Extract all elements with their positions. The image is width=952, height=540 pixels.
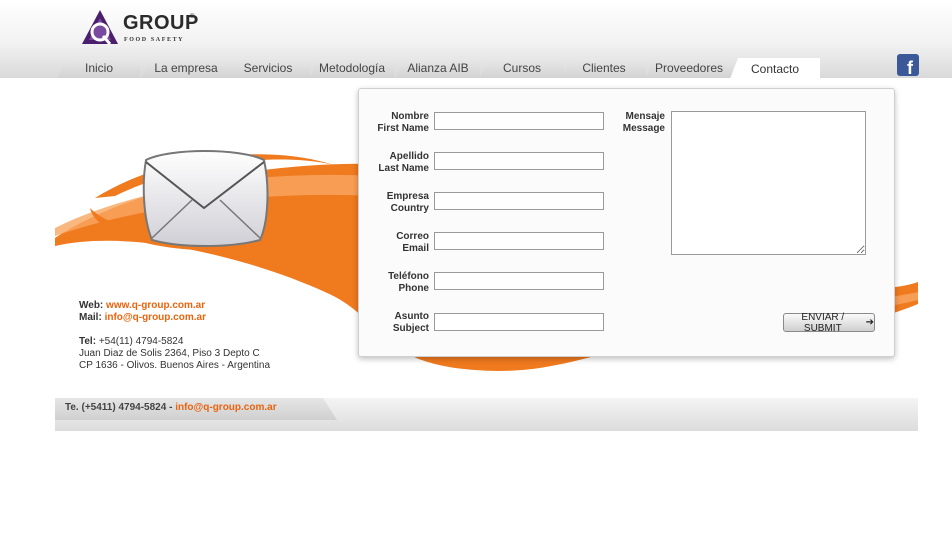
footer-bar: Te. (+5411) 4794-5824 - info@q-group.com… — [55, 398, 918, 431]
label-es: Mensaje — [625, 111, 665, 122]
footer-phone: Te. (+5411) 4794-5824 — [65, 402, 167, 413]
address-line-1: Juan Diaz de Solis 2364, Piso 3 Depto C — [79, 348, 260, 359]
label-en: Phone — [398, 283, 429, 294]
tab-inicio[interactable]: Inicio — [58, 58, 140, 78]
message-label: Mensaje Message — [615, 111, 665, 135]
tab-contacto[interactable]: Contacto — [730, 58, 820, 79]
phone-label: Teléfono Phone — [359, 271, 429, 295]
first-name-label: Nombre First Name — [359, 111, 429, 135]
footer-contact: Te. (+5411) 4794-5824 - info@q-group.com… — [65, 402, 277, 413]
web-link[interactable]: www.q-group.com.ar — [106, 300, 205, 311]
label-es: Apellido — [389, 151, 429, 162]
tab-la-empresa[interactable]: La empresa — [142, 58, 230, 78]
logo-registered-mark: ® — [190, 14, 195, 20]
label-en: Message — [622, 123, 665, 134]
label-en: Subject — [392, 323, 429, 334]
site-header: GROUP ® FOOD SAFETY Inicio La empresa Se… — [0, 0, 952, 79]
message-textarea[interactable] — [671, 111, 866, 255]
tab-cursos[interactable]: Cursos — [480, 58, 564, 78]
footer-email-link[interactable]: info@q-group.com.ar — [175, 402, 276, 413]
footer-separator: - — [169, 402, 173, 413]
label-es: Nombre — [391, 111, 429, 122]
arrow-right-icon: ➔ — [865, 317, 874, 328]
tab-metodologia[interactable]: Metodología — [310, 58, 394, 78]
last-name-input[interactable] — [434, 152, 604, 170]
tab-proveedores[interactable]: Proveedores — [646, 58, 732, 78]
facebook-icon[interactable]: f — [897, 54, 919, 76]
contact-info: Web: www.q-group.com.ar Mail: info@q-gro… — [79, 300, 270, 372]
submit-label: ENVIAR / SUBMIT — [801, 311, 845, 334]
email-input[interactable] — [434, 232, 604, 250]
first-name-input[interactable] — [434, 112, 604, 130]
tab-alianza-aib[interactable]: Alianza AIB — [396, 58, 480, 78]
last-name-label: Apellido Last Name — [359, 151, 429, 175]
qgroup-logo[interactable]: GROUP ® FOOD SAFETY — [80, 8, 200, 48]
company-input[interactable] — [434, 192, 604, 210]
label-en: Country — [390, 203, 429, 214]
label-en: Last Name — [378, 163, 429, 174]
company-label: Empresa Country — [359, 191, 429, 215]
logo-emblem-icon — [82, 10, 118, 45]
tab-servicios[interactable]: Servicios — [226, 58, 310, 78]
tel-value: +54(11) 4794-5824 — [98, 336, 184, 347]
main-nav: Inicio La empresa Servicios Metodología … — [0, 58, 952, 79]
submit-button[interactable]: ENVIAR / SUBMIT ➔ — [783, 311, 875, 334]
subject-input[interactable] — [434, 313, 604, 331]
label-es: Correo — [396, 231, 429, 242]
email-label: Correo Email — [359, 231, 429, 255]
logo-tagline: FOOD SAFETY — [124, 37, 185, 43]
subject-label: Asunto Subject — [359, 311, 429, 335]
tab-clientes[interactable]: Clientes — [562, 58, 646, 78]
label-es: Empresa — [386, 191, 429, 202]
mail-label: Mail: — [79, 312, 102, 323]
address-line-2: CP 1636 - Olivos. Buenos Aires - Argenti… — [79, 360, 271, 371]
web-label: Web: — [79, 300, 104, 311]
logo-wordmark: GROUP — [123, 12, 199, 34]
envelope-icon — [142, 150, 269, 247]
contact-form-panel: Nombre First Name Apellido Last Name Emp… — [358, 88, 895, 357]
tel-label: Tel: — [79, 336, 97, 347]
phone-input[interactable] — [434, 272, 604, 290]
label-en: Email — [402, 243, 429, 254]
facebook-glyph: f — [907, 58, 913, 76]
label-es: Teléfono — [388, 271, 429, 282]
label-en: First Name — [377, 123, 429, 134]
mail-link[interactable]: info@q-group.com.ar — [105, 312, 206, 323]
label-es: Asunto — [394, 311, 429, 322]
